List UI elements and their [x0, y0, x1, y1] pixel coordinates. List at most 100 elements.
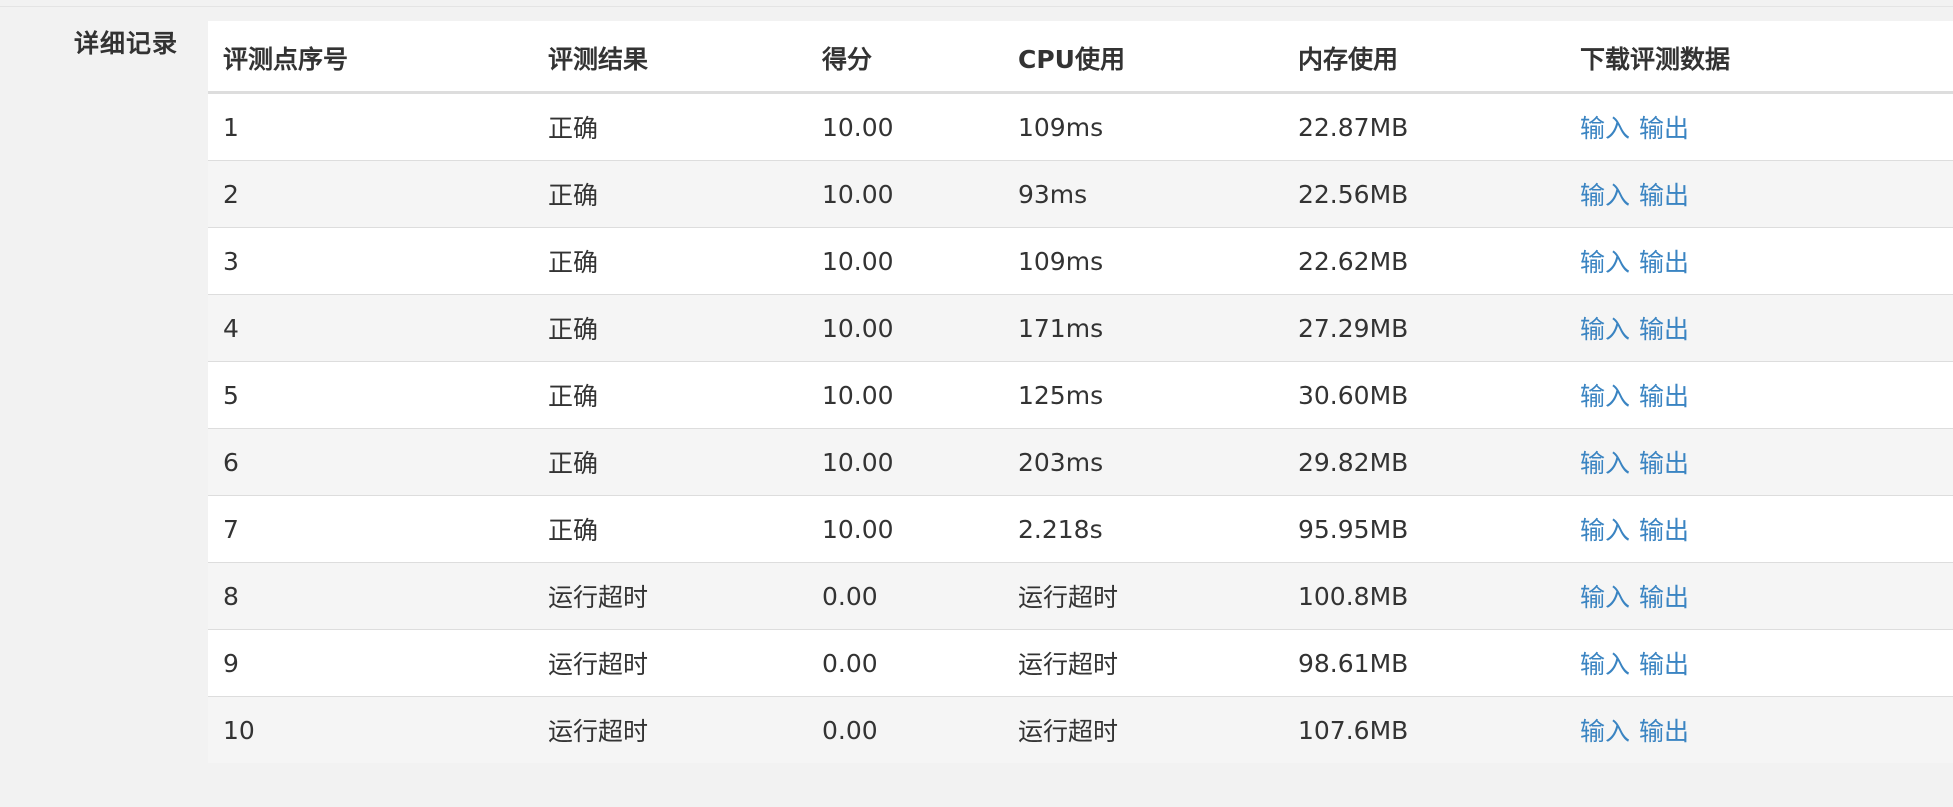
- table-row: 7 正确 10.00 2.218s 95.95MB 输入 输出: [208, 495, 1953, 563]
- cell-score: 10.00: [807, 428, 1003, 496]
- cell-memory: 98.61MB: [1283, 629, 1565, 697]
- download-output-link[interactable]: 输出: [1639, 315, 1689, 344]
- cell-cpu: 171ms: [1003, 294, 1283, 362]
- table-row: 10 运行超时 0.00 运行超时 107.6MB 输入 输出: [208, 696, 1953, 763]
- cell-index: 8: [208, 562, 533, 630]
- cell-memory: 29.82MB: [1283, 428, 1565, 496]
- table-row: 6 正确 10.00 203ms 29.82MB 输入 输出: [208, 428, 1953, 496]
- cell-index: 6: [208, 428, 533, 496]
- cell-result: 正确: [533, 160, 807, 228]
- cell-download: 输入 输出: [1565, 361, 1953, 429]
- cell-download: 输入 输出: [1565, 562, 1953, 630]
- download-input-link[interactable]: 输入: [1580, 449, 1630, 478]
- download-input-link[interactable]: 输入: [1580, 315, 1630, 344]
- cell-memory: 22.56MB: [1283, 160, 1565, 228]
- download-output-link[interactable]: 输出: [1639, 248, 1689, 277]
- cell-score: 10.00: [807, 227, 1003, 295]
- cell-score: 0.00: [807, 562, 1003, 630]
- cell-result: 运行超时: [533, 562, 807, 630]
- download-output-link[interactable]: 输出: [1639, 449, 1689, 478]
- cell-cpu: 125ms: [1003, 361, 1283, 429]
- detail-records-table: 评测点序号 评测结果 得分 CPU使用 内存使用 下载评测数据 1 正确 10.…: [208, 21, 1953, 763]
- cell-memory: 22.87MB: [1298, 112, 1409, 142]
- column-header-score: 得分: [807, 21, 1003, 94]
- cell-cpu: 93ms: [1003, 160, 1283, 228]
- cell-download: 输入 输出: [1565, 160, 1953, 228]
- cell-index: 7: [208, 495, 533, 563]
- cell-cpu: 2.218s: [1003, 495, 1283, 563]
- cell-download: 输入 输出: [1565, 294, 1953, 362]
- section-label: 详细记录: [74, 29, 179, 58]
- cell-memory: 27.29MB: [1283, 294, 1565, 362]
- cell-score: 10.00: [822, 112, 894, 142]
- cell-download: 输入 输出: [1565, 696, 1953, 763]
- column-header-cpu: CPU使用: [1003, 21, 1283, 94]
- cell-result: 正确: [533, 428, 807, 496]
- table-row: 1 正确 10.00 109ms 22.87MB 输入 输出: [208, 93, 1953, 161]
- download-input-link[interactable]: 输入: [1580, 516, 1630, 545]
- download-input-link[interactable]: 输入: [1580, 583, 1630, 612]
- download-input-link[interactable]: 输入: [1580, 717, 1630, 746]
- cell-download: 输入 输出: [1565, 629, 1953, 697]
- cell-cpu: 109ms: [1018, 112, 1104, 142]
- download-input-link[interactable]: 输入: [1580, 382, 1630, 411]
- cell-memory: 22.62MB: [1283, 227, 1565, 295]
- cell-memory: 95.95MB: [1283, 495, 1565, 563]
- cell-result: 正确: [533, 294, 807, 362]
- cell-score: 10.00: [807, 160, 1003, 228]
- cell-download: 输入 输出: [1565, 93, 1953, 161]
- download-input-link[interactable]: 输入: [1580, 114, 1630, 143]
- cell-memory: 30.60MB: [1283, 361, 1565, 429]
- download-input-link[interactable]: 输入: [1580, 181, 1630, 210]
- cell-score: 0.00: [807, 629, 1003, 697]
- table-row: 2 正确 10.00 93ms 22.56MB 输入 输出: [208, 160, 1953, 228]
- cell-download: 输入 输出: [1565, 495, 1953, 563]
- cell-index: 1: [223, 112, 239, 142]
- cell-cpu: 109ms: [1003, 227, 1283, 295]
- top-divider: [0, 6, 1953, 7]
- column-header-index: 评测点序号: [208, 21, 533, 94]
- table-row: 4 正确 10.00 171ms 27.29MB 输入 输出: [208, 294, 1953, 362]
- column-header-download: 下载评测数据: [1565, 21, 1953, 94]
- table-row: 9 运行超时 0.00 运行超时 98.61MB 输入 输出: [208, 629, 1953, 697]
- cell-memory: 107.6MB: [1283, 696, 1565, 763]
- cell-score: 0.00: [807, 696, 1003, 763]
- cell-cpu: 运行超时: [1003, 696, 1283, 763]
- download-output-link[interactable]: 输出: [1639, 583, 1689, 612]
- download-input-link[interactable]: 输入: [1580, 248, 1630, 277]
- cell-memory: 100.8MB: [1283, 562, 1565, 630]
- cell-result: 正确: [533, 361, 807, 429]
- cell-index: 4: [208, 294, 533, 362]
- download-output-link[interactable]: 输出: [1639, 181, 1689, 210]
- cell-index: 10: [208, 696, 533, 763]
- cell-index: 2: [208, 160, 533, 228]
- download-output-link[interactable]: 输出: [1639, 650, 1689, 679]
- cell-cpu: 203ms: [1003, 428, 1283, 496]
- cell-result: 正确: [533, 227, 807, 295]
- cell-index: 5: [208, 361, 533, 429]
- download-output-link[interactable]: 输出: [1639, 717, 1689, 746]
- table-row: 3 正确 10.00 109ms 22.62MB 输入 输出: [208, 227, 1953, 295]
- cell-result: 正确: [548, 114, 599, 143]
- cell-cpu: 运行超时: [1003, 562, 1283, 630]
- cell-result: 运行超时: [533, 696, 807, 763]
- cell-download: 输入 输出: [1565, 227, 1953, 295]
- cell-result: 正确: [533, 495, 807, 563]
- cell-download: 输入 输出: [1565, 428, 1953, 496]
- download-output-link[interactable]: 输出: [1639, 114, 1689, 143]
- cell-score: 10.00: [807, 361, 1003, 429]
- cell-index: 3: [208, 227, 533, 295]
- download-output-link[interactable]: 输出: [1639, 382, 1689, 411]
- cell-result: 运行超时: [533, 629, 807, 697]
- column-header-memory: 内存使用: [1283, 21, 1565, 94]
- column-header-result: 评测结果: [533, 21, 807, 94]
- download-output-link[interactable]: 输出: [1639, 516, 1689, 545]
- download-input-link[interactable]: 输入: [1580, 650, 1630, 679]
- table-header-row: 评测点序号 评测结果 得分 CPU使用 内存使用 下载评测数据: [208, 21, 1953, 94]
- table-row: 8 运行超时 0.00 运行超时 100.8MB 输入 输出: [208, 562, 1953, 630]
- cell-index: 9: [208, 629, 533, 697]
- cell-score: 10.00: [807, 294, 1003, 362]
- cell-cpu: 运行超时: [1003, 629, 1283, 697]
- table-row: 5 正确 10.00 125ms 30.60MB 输入 输出: [208, 361, 1953, 429]
- cell-score: 10.00: [807, 495, 1003, 563]
